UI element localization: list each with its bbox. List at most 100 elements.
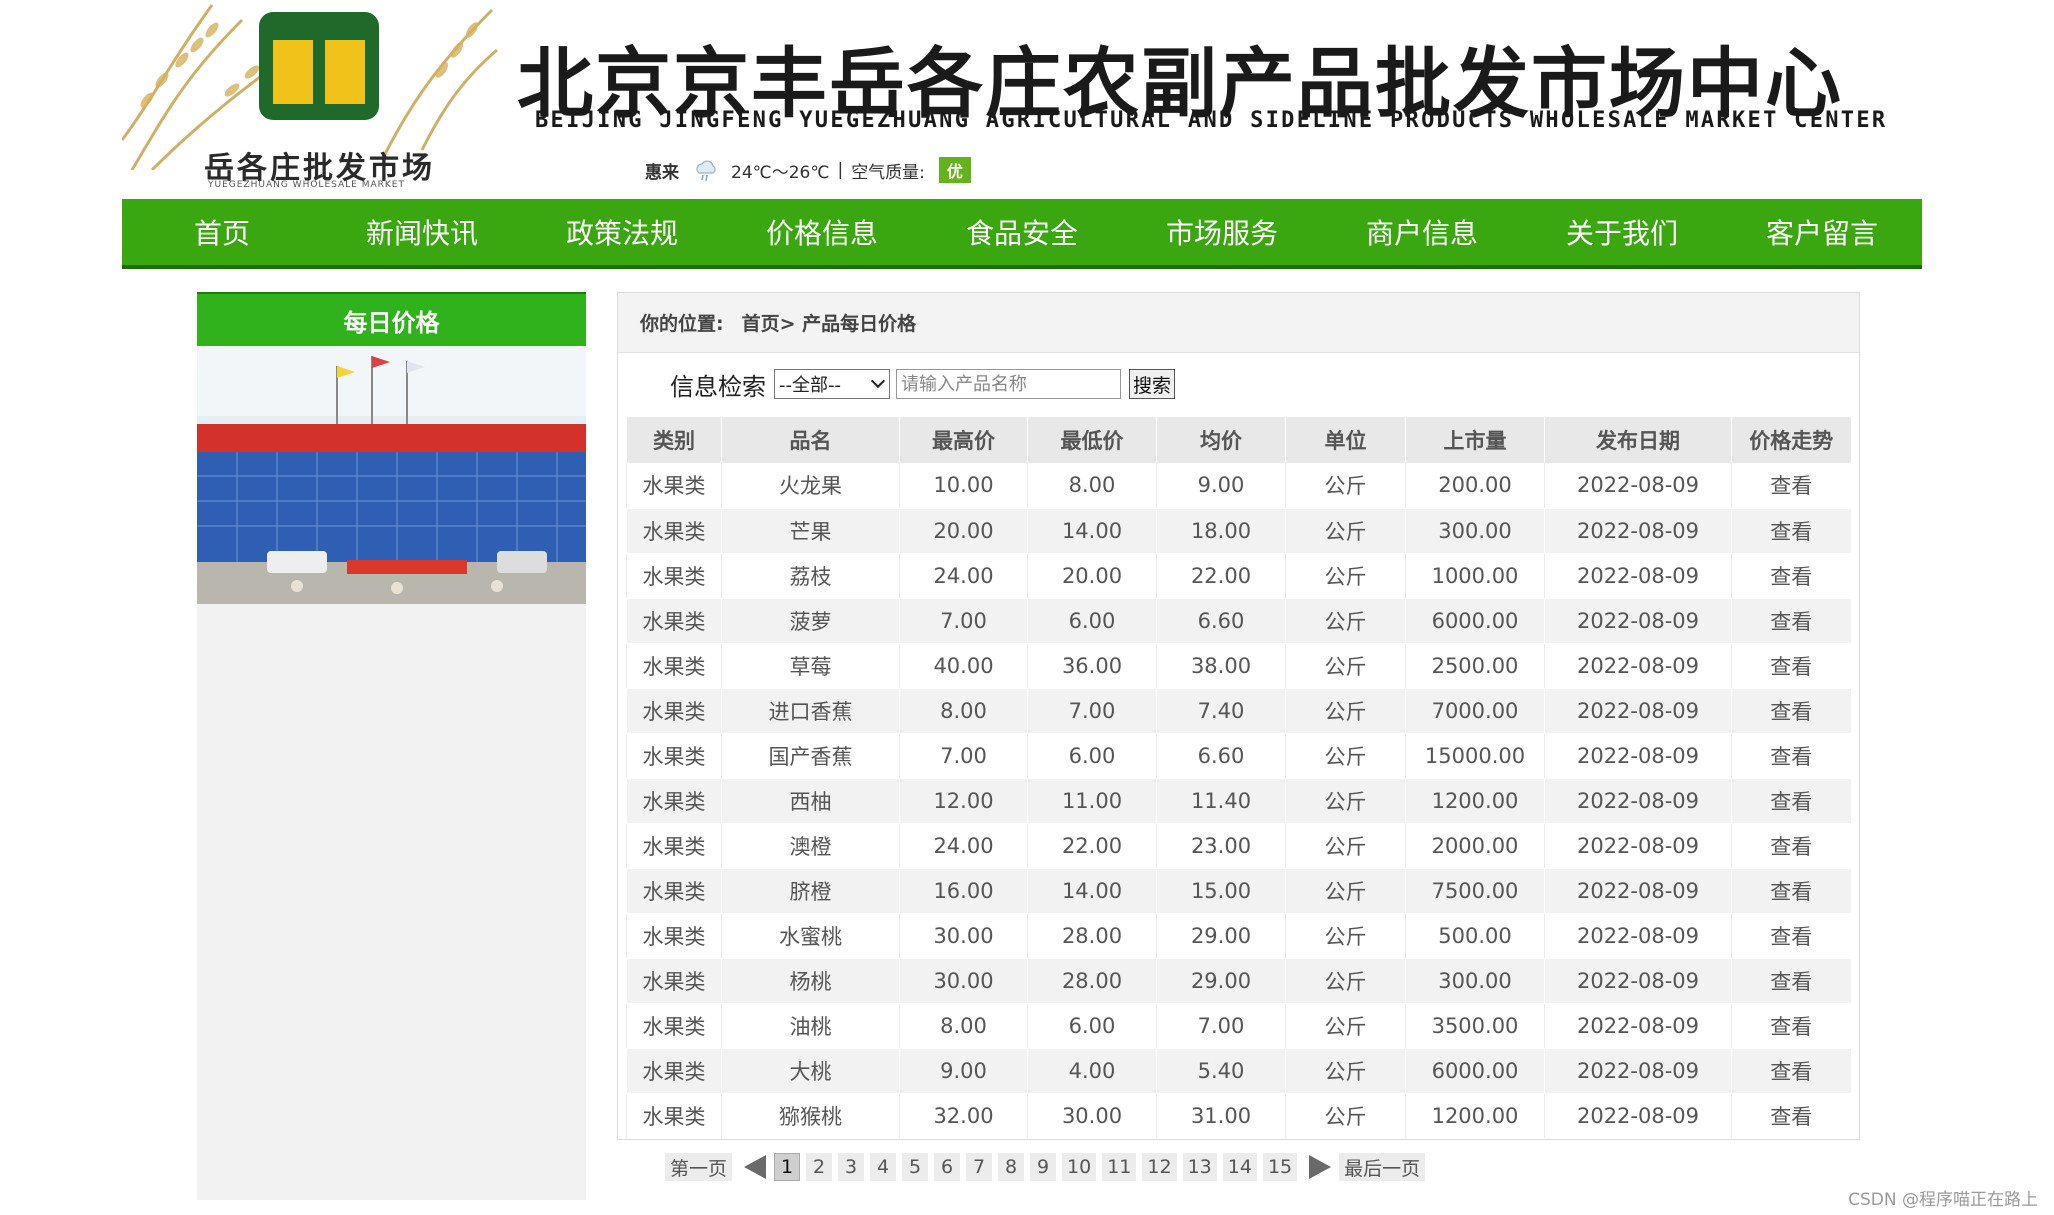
page-number-2[interactable]: 2 (806, 1153, 833, 1181)
nav-item-guestbook[interactable]: 客户留言 (1722, 199, 1922, 265)
page-number-4[interactable]: 4 (870, 1153, 897, 1181)
nav-item-market-service[interactable]: 市场服务 (1122, 199, 1322, 265)
search-button[interactable]: 搜索 (1129, 369, 1176, 399)
cell-trend-link[interactable]: 查看 (1731, 823, 1851, 869)
page-number-list: 1 2 3 4 5 6 7 8 9 10 11 12 13 14 15 (774, 1153, 1303, 1181)
cell-max-price: 20.00 (899, 508, 1028, 554)
page-number-6[interactable]: 6 (934, 1153, 961, 1181)
page-number-7[interactable]: 7 (966, 1153, 993, 1181)
cell-avg-price: 9.00 (1156, 463, 1286, 509)
cell-date: 2022-08-09 (1544, 823, 1732, 869)
page-number-10[interactable]: 10 (1062, 1153, 1097, 1181)
nav-item-merchant-info[interactable]: 商户信息 (1322, 199, 1522, 265)
table-row: 水果类 澳橙 24.00 22.00 23.00 公斤 2000.00 2022-08-09 查… (626, 823, 1851, 869)
cell-trend-link[interactable]: 查看 (1731, 1048, 1851, 1094)
cell-category: 水果类 (626, 913, 722, 959)
cell-category: 水果类 (626, 508, 722, 554)
price-table: 类别 品名 最高价 最低价 均价 单位 上市量 发布日期 价格走势 水果类 火龙果… (626, 417, 1851, 1139)
breadcrumb-path[interactable]: 首页> 产品每日价格 (742, 309, 917, 336)
prev-page-arrow-icon[interactable] (744, 1155, 767, 1179)
cell-max-price: 24.00 (899, 553, 1028, 599)
cell-volume: 2500.00 (1405, 643, 1545, 689)
cell-max-price: 7.00 (899, 598, 1028, 644)
cell-min-price: 28.00 (1027, 958, 1157, 1004)
page-number-9[interactable]: 9 (1030, 1153, 1057, 1181)
table-row: 水果类 油桃 8.00 6.00 7.00 公斤 3500.00 2022-08-09 查看 (626, 1003, 1851, 1049)
cell-trend-link[interactable]: 查看 (1731, 508, 1851, 554)
page-number-15[interactable]: 15 (1262, 1153, 1298, 1181)
page-number-1[interactable]: 1 (774, 1153, 801, 1181)
cell-trend-link[interactable]: 查看 (1731, 868, 1851, 914)
cell-min-price: 28.00 (1027, 913, 1157, 959)
page-number-13[interactable]: 13 (1182, 1153, 1217, 1181)
page-number-8[interactable]: 8 (998, 1153, 1025, 1181)
cell-category: 水果类 (626, 643, 722, 689)
table-row: 水果类 菠萝 7.00 6.00 6.60 公斤 6000.00 2022-08-09 查看 (626, 598, 1851, 644)
cell-category: 水果类 (626, 598, 722, 644)
cell-date: 2022-08-09 (1544, 1003, 1732, 1049)
cell-trend-link[interactable]: 查看 (1731, 1003, 1851, 1049)
cell-min-price: 6.00 (1027, 1003, 1157, 1049)
nav-item-news[interactable]: 新闻快讯 (322, 199, 522, 265)
cell-product: 火龙果 (721, 463, 900, 509)
cell-trend-link[interactable]: 查看 (1731, 553, 1851, 599)
cell-trend-link[interactable]: 查看 (1731, 463, 1851, 509)
nav-item-policy[interactable]: 政策法规 (522, 199, 722, 265)
market-logo-icon[interactable] (259, 12, 379, 120)
air-quality-label: 空气质量: (851, 162, 925, 183)
weather-temperature: 24℃～26℃ (731, 162, 830, 183)
cell-trend-link[interactable]: 查看 (1731, 778, 1851, 824)
weather-separator: | (837, 160, 844, 180)
table-row: 水果类 大桃 9.00 4.00 5.40 公斤 6000.00 2022-08-09 查看 (626, 1048, 1851, 1094)
nav-item-food-safety[interactable]: 食品安全 (922, 199, 1122, 265)
cell-volume: 200.00 (1405, 463, 1545, 509)
cell-avg-price: 6.60 (1156, 598, 1286, 644)
category-select-value: --全部-- (779, 375, 841, 396)
product-search-input[interactable] (896, 369, 1121, 399)
next-page-arrow-icon[interactable] (1309, 1155, 1332, 1179)
cell-trend-link[interactable]: 查看 (1731, 1093, 1851, 1139)
cell-trend-link[interactable]: 查看 (1731, 958, 1851, 1004)
first-page-button[interactable]: 第一页 (665, 1153, 733, 1181)
cell-product: 荔枝 (721, 553, 900, 599)
cell-date: 2022-08-09 (1544, 778, 1732, 824)
nav-item-about[interactable]: 关于我们 (1522, 199, 1722, 265)
cell-avg-price: 29.00 (1156, 913, 1286, 959)
cell-product: 大桃 (721, 1048, 900, 1094)
col-header-avg-price: 均价 (1156, 417, 1286, 463)
table-row: 水果类 芒果 20.00 14.00 18.00 公斤 300.00 2022-08-09 查看 (626, 508, 1851, 554)
category-select[interactable]: --全部-- (774, 369, 890, 399)
cell-trend-link[interactable]: 查看 (1731, 913, 1851, 959)
cell-category: 水果类 (626, 1093, 722, 1139)
page-number-5[interactable]: 5 (902, 1153, 929, 1181)
cell-max-price: 30.00 (899, 958, 1028, 1004)
table-row: 水果类 水蜜桃 30.00 28.00 29.00 公斤 500.00 2022-08-09 查… (626, 913, 1851, 959)
cell-avg-price: 23.00 (1156, 823, 1286, 869)
site-header: 岳各庄批发市场 YUEGEZHUANG WHOLESALE MARKET 北京京… (122, 0, 1922, 199)
cell-min-price: 6.00 (1027, 733, 1157, 779)
cell-date: 2022-08-09 (1544, 1093, 1732, 1139)
cell-product: 菠萝 (721, 598, 900, 644)
page-number-11[interactable]: 11 (1102, 1153, 1137, 1181)
cell-trend-link[interactable]: 查看 (1731, 598, 1851, 644)
cell-volume: 300.00 (1405, 508, 1545, 554)
cell-max-price: 8.00 (899, 688, 1028, 734)
cell-trend-link[interactable]: 查看 (1731, 643, 1851, 689)
cell-min-price: 20.00 (1027, 553, 1157, 599)
nav-item-home[interactable]: 首页 (122, 199, 322, 265)
page-number-3[interactable]: 3 (838, 1153, 865, 1181)
cell-min-price: 14.00 (1027, 868, 1157, 914)
nav-item-price-info[interactable]: 价格信息 (722, 199, 922, 265)
page-number-14[interactable]: 14 (1222, 1153, 1257, 1181)
cell-min-price: 6.00 (1027, 598, 1157, 644)
cell-avg-price: 5.40 (1156, 1048, 1286, 1094)
cell-trend-link[interactable]: 查看 (1731, 688, 1851, 734)
cell-avg-price: 7.40 (1156, 688, 1286, 734)
table-row: 水果类 猕猴桃 32.00 30.00 31.00 公斤 1200.00 2022-08-09… (626, 1093, 1851, 1139)
cell-trend-link[interactable]: 查看 (1731, 733, 1851, 779)
col-header-volume: 上市量 (1405, 417, 1545, 463)
page-number-12[interactable]: 12 (1142, 1153, 1177, 1181)
cell-product: 国产香蕉 (721, 733, 900, 779)
last-page-button[interactable]: 最后一页 (1339, 1153, 1426, 1181)
sidebar: 每日价格 (197, 292, 586, 1200)
